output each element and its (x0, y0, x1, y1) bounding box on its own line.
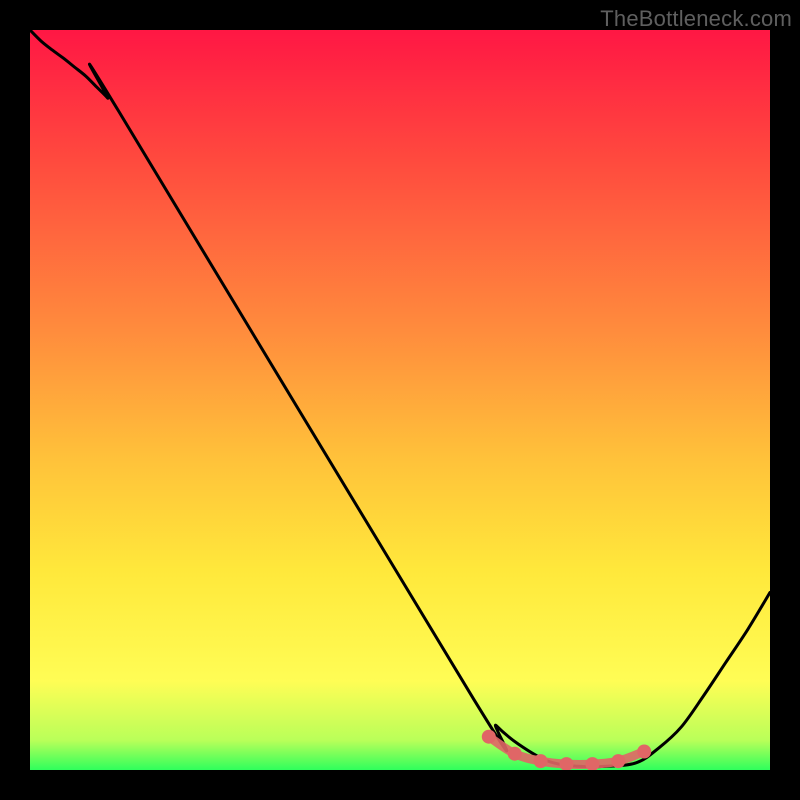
highlight-point (508, 747, 522, 761)
watermark-text: TheBottleneck.com (600, 6, 792, 32)
highlight-point (637, 745, 651, 759)
highlight-point (611, 754, 625, 768)
highlight-point (534, 754, 548, 768)
chart-background (30, 30, 770, 770)
chart-canvas (30, 30, 770, 770)
highlight-point (482, 730, 496, 744)
figure-frame: TheBottleneck.com (0, 0, 800, 800)
